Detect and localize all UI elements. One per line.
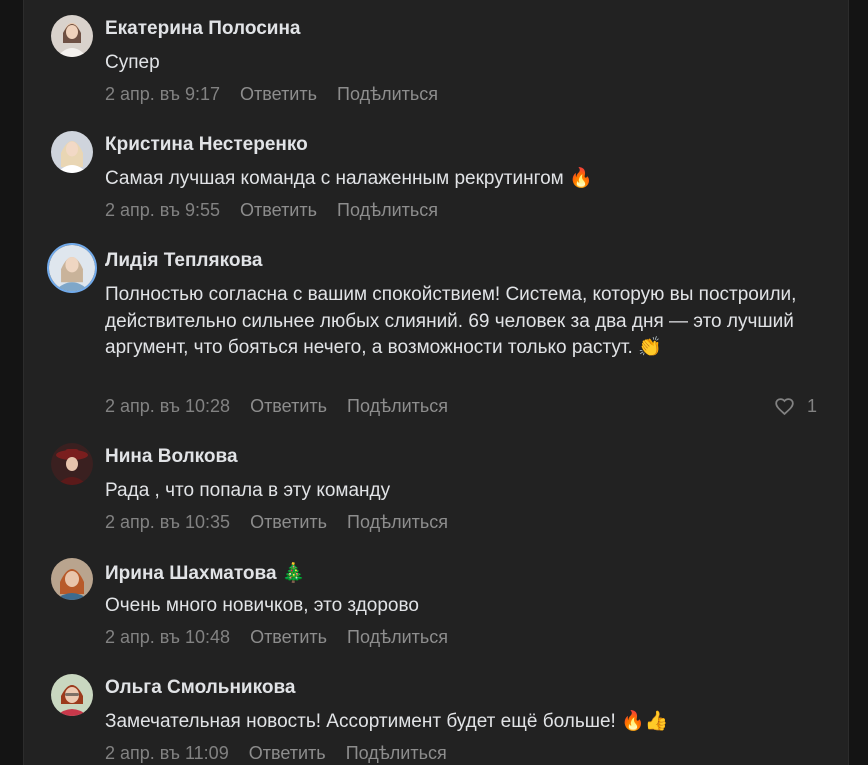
- comment-author[interactable]: Лидія Теплякова: [105, 250, 262, 272]
- reply-button[interactable]: Ответить: [240, 84, 317, 104]
- avatar[interactable]: [47, 243, 97, 293]
- reply-button[interactable]: Ответить: [240, 200, 317, 220]
- comment-meta: 2 апр. въ 10:35 Ответить Подѣлиться: [105, 512, 463, 533]
- comment-meta: 2 апр. въ 9:17 Ответить Подѣлиться: [105, 84, 453, 105]
- comment-text: Супер: [105, 52, 160, 73]
- comment-meta: 2 апр. въ 10:48 Ответить Подѣлиться: [105, 627, 463, 648]
- share-button[interactable]: Подѣлиться: [346, 743, 447, 763]
- comment-text: Рада , что попала в эту команду: [105, 480, 391, 501]
- comment-meta: 2 апр. въ 9:55 Ответить Подѣлиться: [105, 200, 453, 221]
- comment-time[interactable]: 2 апр. въ 11:09: [105, 743, 229, 763]
- like-count: 1: [806, 396, 817, 416]
- comment-author[interactable]: Кристина Нестеренко: [105, 134, 308, 156]
- avatar[interactable]: [51, 443, 93, 485]
- reply-button[interactable]: Ответить: [250, 512, 327, 532]
- reply-button[interactable]: Ответить: [249, 743, 326, 763]
- comment-meta: 2 апр. въ 10:28 Ответить Подѣлиться: [105, 396, 463, 417]
- reply-button[interactable]: Ответить: [250, 627, 327, 647]
- comment-author[interactable]: Ольга Смольникова: [105, 677, 295, 699]
- comment-time[interactable]: 2 апр. въ 10:48: [105, 627, 230, 647]
- share-button[interactable]: Подѣлиться: [347, 627, 448, 647]
- comment-text: Очень много новичков, это здорово: [105, 595, 419, 616]
- comment-time[interactable]: 2 апр. въ 10:35: [105, 512, 230, 532]
- comment-text: Полностью согласна с вашим спокойствием!…: [105, 284, 797, 358]
- avatar[interactable]: [51, 15, 93, 57]
- like-button[interactable]: 1: [774, 396, 817, 417]
- share-button[interactable]: Подѣлиться: [337, 200, 438, 220]
- comments-panel: Екатерина Полосина Супер 2 апр. въ 9:17 …: [23, 0, 849, 765]
- share-button[interactable]: Подѣлиться: [347, 396, 448, 416]
- comment-time[interactable]: 2 апр. въ 9:17: [105, 84, 220, 104]
- comment-time[interactable]: 2 апр. въ 9:55: [105, 200, 220, 220]
- avatar[interactable]: [51, 131, 93, 173]
- comment-time[interactable]: 2 апр. въ 10:28: [105, 396, 230, 416]
- comment-meta: 2 апр. въ 11:09 Ответить Подѣлиться: [105, 743, 462, 764]
- comment-text: Замечательная новость! Ассортимент будет…: [105, 711, 669, 732]
- avatar[interactable]: [51, 674, 93, 716]
- avatar[interactable]: [51, 558, 93, 600]
- share-button[interactable]: Подѣлиться: [347, 512, 448, 532]
- comment-author[interactable]: Нина Волкова: [105, 446, 238, 468]
- share-button[interactable]: Подѣлиться: [337, 84, 438, 104]
- comment-author[interactable]: Ирина Шахматова 🎄: [105, 561, 305, 585]
- comment-author[interactable]: Екатерина Полосина: [105, 18, 300, 40]
- comment-text: Самая лучшая команда с налаженным рекрут…: [105, 168, 593, 189]
- heart-icon: [775, 398, 794, 416]
- reply-button[interactable]: Ответить: [250, 396, 327, 416]
